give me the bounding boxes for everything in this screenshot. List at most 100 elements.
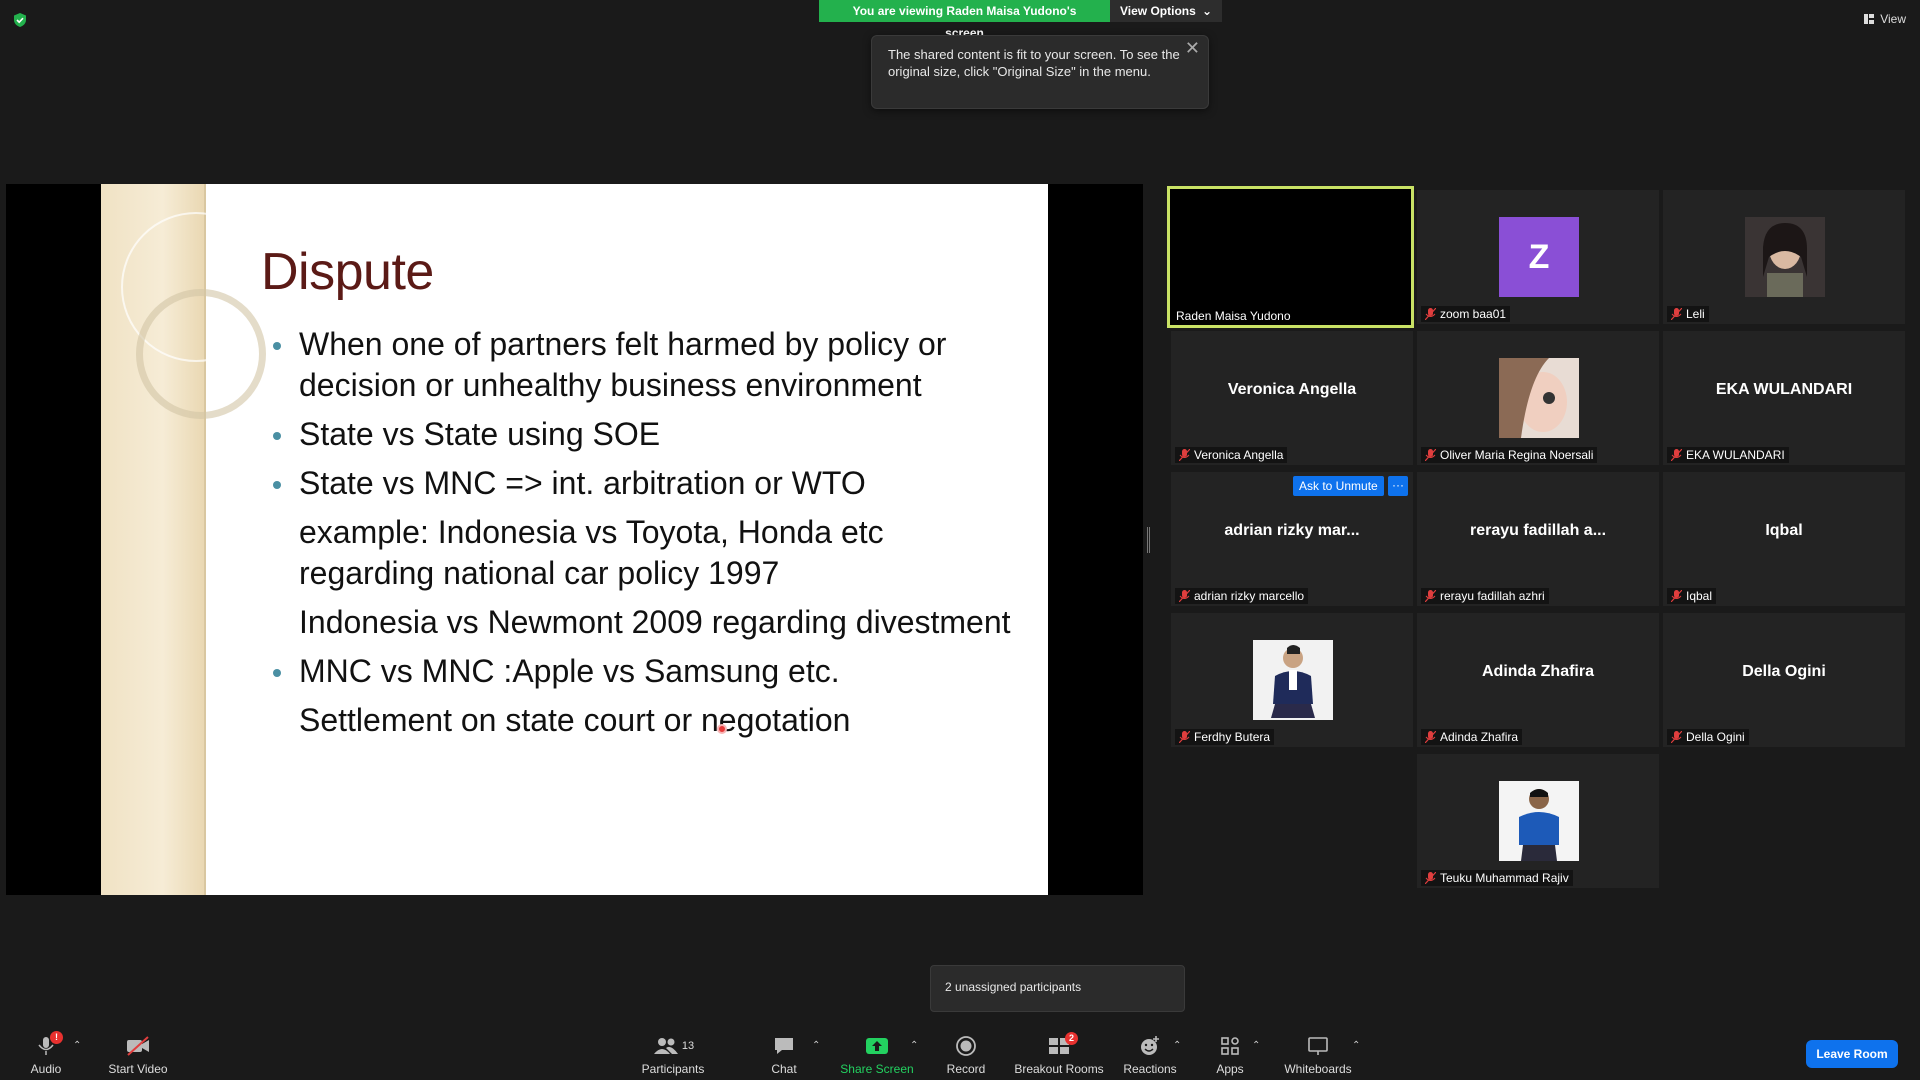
- chevron-up-icon[interactable]: ⌃: [1173, 1040, 1181, 1051]
- tooltip-text: The shared content is fit to your screen…: [888, 47, 1180, 79]
- viewing-screen-label: You are viewing Raden Maisa Yudono's scr…: [819, 0, 1110, 40]
- profile-photo: [1499, 358, 1579, 438]
- reactions-button[interactable]: Reactions: [1122, 1028, 1178, 1080]
- participant-name: Ferdhy Butera: [1175, 729, 1275, 745]
- share-screen-button[interactable]: Share Screen: [838, 1028, 916, 1080]
- profile-photo: [1499, 781, 1579, 861]
- participant-name: Teuku Muhammad Rajiv: [1421, 870, 1573, 886]
- bullet-item: State vs MNC => int. arbitration or WTO: [261, 463, 1021, 504]
- paragraph: Indonesia vs Newmont 2009 regarding dive…: [299, 604, 1011, 640]
- mic-muted-icon: [1671, 449, 1682, 461]
- fit-to-screen-tooltip: The shared content is fit to your screen…: [871, 35, 1209, 109]
- apps-icon: [1217, 1033, 1243, 1059]
- view-options-label: View Options: [1120, 4, 1196, 18]
- mic-muted-icon: [1671, 590, 1682, 602]
- mic-muted-icon: [1179, 590, 1190, 602]
- participant-name-text: Leli: [1686, 307, 1705, 321]
- view-label: View: [1880, 12, 1906, 26]
- view-button[interactable]: View: [1863, 12, 1906, 26]
- whiteboards-button[interactable]: Whiteboards: [1282, 1028, 1354, 1080]
- breakout-rooms-icon: 2: [1046, 1032, 1078, 1059]
- paragraph: Settlement on state court or negotation: [299, 702, 851, 738]
- mic-muted-icon: [1179, 731, 1190, 743]
- close-icon[interactable]: ✕: [1185, 39, 1200, 57]
- participant-name-text: Iqbal: [1686, 589, 1713, 603]
- apps-label: Apps: [1216, 1062, 1244, 1076]
- leave-room-button[interactable]: Leave Room: [1806, 1040, 1898, 1068]
- video-tile[interactable]: rerayu fadillah a... rerayu fadillah azh…: [1417, 472, 1659, 606]
- share-screen-icon: [864, 1033, 890, 1059]
- chevron-up-icon[interactable]: ⌃: [812, 1040, 820, 1051]
- video-tile[interactable]: Leli: [1663, 190, 1905, 324]
- breakout-rooms-button[interactable]: 2 Breakout Rooms: [1012, 1028, 1106, 1080]
- audio-warning-badge: !: [50, 1031, 63, 1044]
- presentation-slide: Dispute When one of partners felt harmed…: [101, 184, 1048, 895]
- chevron-down-icon: ⌄: [1201, 4, 1212, 18]
- mic-muted-icon: [1425, 872, 1436, 884]
- participant-display-name: Veronica Angella: [1227, 381, 1357, 398]
- chat-icon: [771, 1033, 797, 1059]
- chat-button[interactable]: Chat: [766, 1028, 802, 1080]
- bullet-item: When one of partners felt harmed by poli…: [261, 324, 1021, 406]
- video-tile[interactable]: Z zoom baa01: [1417, 190, 1659, 324]
- video-tile[interactable]: Veronica Angella Veronica Angella: [1171, 331, 1413, 465]
- participant-display-name: Della Ogini: [1742, 663, 1826, 680]
- microphone-icon: !: [33, 1031, 63, 1059]
- video-tile[interactable]: Della Ogini Della Ogini: [1663, 613, 1905, 747]
- video-tile[interactable]: Ferdhy Butera: [1171, 613, 1413, 747]
- ask-to-unmute-button[interactable]: Ask to Unmute: [1293, 476, 1384, 496]
- chat-label: Chat: [771, 1062, 797, 1076]
- participant-name: Raden Maisa Yudono: [1172, 308, 1295, 324]
- record-icon: [953, 1033, 979, 1059]
- participant-name: Leli: [1667, 306, 1709, 322]
- video-tile[interactable]: EKA WULANDARI EKA WULANDARI: [1663, 331, 1905, 465]
- chevron-up-icon[interactable]: ⌃: [1252, 1040, 1260, 1051]
- apps-button[interactable]: Apps: [1210, 1028, 1250, 1080]
- avatar: [1499, 358, 1579, 438]
- chevron-up-icon[interactable]: ⌃: [1352, 1040, 1360, 1051]
- view-options-button[interactable]: View Options ⌄: [1110, 0, 1222, 22]
- security-shield-icon[interactable]: [12, 12, 28, 28]
- video-tile-active-speaker[interactable]: Raden Maisa Yudono: [1167, 186, 1414, 328]
- chevron-up-icon[interactable]: ⌃: [73, 1040, 81, 1051]
- participant-name: Della Ogini: [1667, 729, 1749, 745]
- avatar: [1499, 781, 1579, 861]
- participant-name: adrian rizky marcello: [1175, 588, 1309, 604]
- mic-muted-icon: [1179, 449, 1190, 461]
- slide-body: When one of partners felt harmed by poli…: [261, 324, 1021, 749]
- participant-name: zoom baa01: [1421, 306, 1511, 322]
- participants-button[interactable]: 13 Participants: [638, 1028, 708, 1080]
- participant-name-text: Veronica Angella: [1194, 448, 1284, 462]
- mic-muted-icon: [1425, 308, 1436, 320]
- resize-handle[interactable]: [1147, 527, 1150, 553]
- participant-name-text: zoom baa01: [1440, 307, 1507, 321]
- share-screen-label: Share Screen: [840, 1062, 914, 1076]
- reactions-label: Reactions: [1123, 1062, 1177, 1076]
- audio-button[interactable]: ! Audio: [26, 1028, 66, 1080]
- mic-muted-icon: [1425, 590, 1436, 602]
- mic-muted-icon: [1425, 449, 1436, 461]
- video-tile[interactable]: Adinda Zhafira Adinda Zhafira: [1417, 613, 1659, 747]
- participant-display-name: adrian rizky mar...: [1224, 522, 1360, 539]
- smiley-icon: [1137, 1033, 1163, 1059]
- video-tile[interactable]: Oliver Maria Regina Noersali: [1417, 331, 1659, 465]
- start-video-button[interactable]: Start Video: [104, 1028, 172, 1080]
- grid-view-icon: [1864, 14, 1875, 24]
- remote-pointer-icon: [717, 724, 727, 734]
- record-label: Record: [946, 1062, 986, 1076]
- zoom-meeting-window: You are viewing Raden Maisa Yudono's scr…: [0, 0, 1920, 1080]
- video-tile[interactable]: Iqbal Iqbal: [1663, 472, 1905, 606]
- participant-name: Iqbal: [1667, 588, 1717, 604]
- bullet-item: MNC vs MNC :Apple vs Samsung etc.: [261, 651, 1021, 692]
- avatar: Z: [1499, 217, 1579, 297]
- shared-screen-area[interactable]: Dispute When one of partners felt harmed…: [6, 184, 1143, 895]
- video-tile[interactable]: Teuku Muhammad Rajiv: [1417, 754, 1659, 888]
- participant-name-text: Oliver Maria Regina Noersali: [1440, 448, 1594, 462]
- record-button[interactable]: Record: [944, 1028, 988, 1080]
- chevron-up-icon[interactable]: ⌃: [910, 1040, 918, 1051]
- screen-share-banner: You are viewing Raden Maisa Yudono's scr…: [819, 0, 1222, 40]
- participant-display-name: Iqbal: [1765, 522, 1803, 539]
- unassigned-participants-notice[interactable]: 2 unassigned participants: [930, 965, 1185, 1012]
- more-options-button[interactable]: ···: [1388, 476, 1408, 496]
- whiteboard-icon: [1305, 1033, 1331, 1059]
